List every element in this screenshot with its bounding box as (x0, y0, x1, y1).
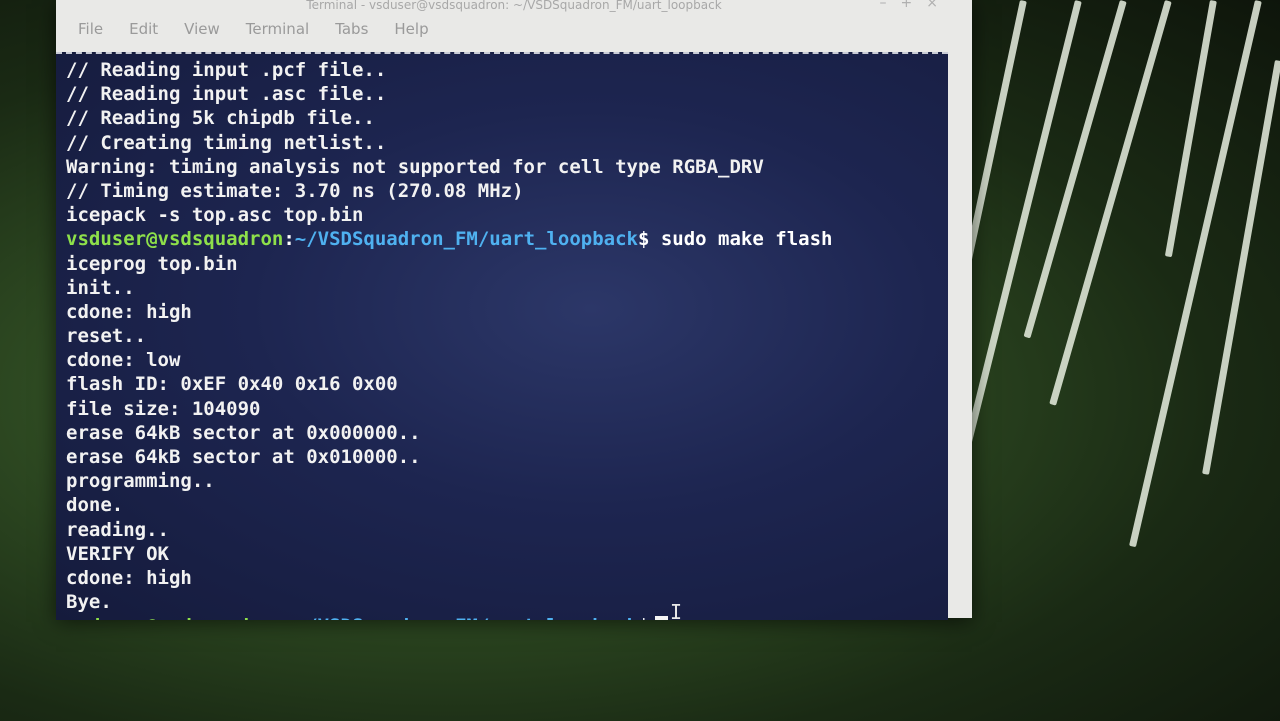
terminal-prompt-line: vsduser@vsdsquadron:~/VSDSquadron_FM/uar… (66, 227, 940, 251)
terminal-output-line: erase 64kB sector at 0x010000.. (66, 446, 421, 468)
terminal-output-line: erase 64kB sector at 0x000000.. (66, 421, 421, 444)
terminal-output-line: cdone: low (66, 349, 181, 372)
terminal-output-line: // Reading input .pcf file.. (66, 59, 387, 81)
terminal-output-line: // Reading 5k chipdb file.. (66, 107, 375, 130)
terminal-output-line: VERIFY OK (66, 542, 169, 565)
terminal-output-line: init.. (66, 276, 135, 299)
menubar: File Edit View Terminal Tabs Help (78, 20, 429, 44)
minimize-icon[interactable]: – (880, 0, 901, 11)
window-title: Terminal - vsduser@vsdsquadron: ~/VSDSqu… (306, 0, 722, 12)
terminal-output-line: cdone: high (66, 566, 192, 589)
terminal-output-area[interactable]: // Reading input .pcf file..// Reading i… (56, 52, 948, 620)
terminal-output-line: iceprog top.bin (66, 252, 238, 275)
terminal-output-line: Bye. (66, 591, 112, 614)
prompt-path: ~/VSDSquadron_FM/uart_loopback (295, 615, 638, 620)
terminal-output-line: programming.. (66, 470, 215, 493)
prompt-separator: : (283, 615, 294, 620)
menu-file[interactable]: File (78, 20, 103, 44)
terminal-output-line: Warning: timing analysis not supported f… (66, 155, 764, 178)
close-icon[interactable]: × (926, 0, 952, 11)
menu-edit[interactable]: Edit (129, 20, 158, 44)
prompt-user: vsduser@vsdsquadron (66, 615, 283, 620)
menu-view[interactable]: View (184, 20, 220, 44)
menu-tabs[interactable]: Tabs (335, 20, 368, 44)
terminal-output-line: reading.. (66, 518, 169, 541)
text-cursor (655, 616, 669, 620)
prompt-path: ~/VSDSquadron_FM/uart_loopback (294, 228, 638, 251)
window-controls[interactable]: –+× (880, 0, 952, 11)
prompt-separator: : (283, 228, 295, 251)
terminal-lines: // Reading input .pcf file..// Reading i… (66, 58, 940, 620)
terminal-output-line: flash ID: 0xEF 0x40 0x16 0x00 (66, 373, 398, 396)
wallpaper-stripe (961, 0, 1082, 458)
ibeam-cursor-icon: I (670, 600, 683, 624)
terminal-output-line: // Creating timing netlist.. (66, 131, 387, 154)
terminal-output-line: icepack -s top.asc top.bin (66, 204, 364, 227)
terminal-output-line: // Timing estimate: 3.70 ns (270.08 MHz) (66, 179, 524, 202)
maximize-icon[interactable]: + (901, 0, 927, 11)
terminal-prompt-line: vsduser@vsdsquadron:~/VSDSquadron_FM/uar… (66, 614, 940, 620)
terminal-output-line: reset.. (66, 325, 147, 348)
terminal-output-line: // Reading input .asc file.. (66, 83, 387, 106)
prompt-dollar: $ (637, 228, 661, 251)
prompt-dollar: $ (638, 615, 649, 620)
wallpaper-stripe (1202, 60, 1280, 475)
prompt-user: vsduser@vsdsquadron (66, 228, 284, 251)
window-titlebar[interactable]: Terminal - vsduser@vsdsquadron: ~/VSDSqu… (56, 0, 972, 16)
wallpaper-stripe (963, 0, 1027, 266)
prompt-command: sudo make flash (660, 228, 833, 251)
terminal-window[interactable]: Terminal - vsduser@vsdsquadron: ~/VSDSqu… (56, 0, 972, 620)
menu-help[interactable]: Help (394, 20, 428, 44)
terminal-output-line: file size: 104090 (66, 397, 261, 420)
terminal-output-line: done. (66, 494, 124, 517)
menu-terminal[interactable]: Terminal (246, 20, 309, 44)
terminal-output-line: cdone: high (66, 300, 192, 323)
